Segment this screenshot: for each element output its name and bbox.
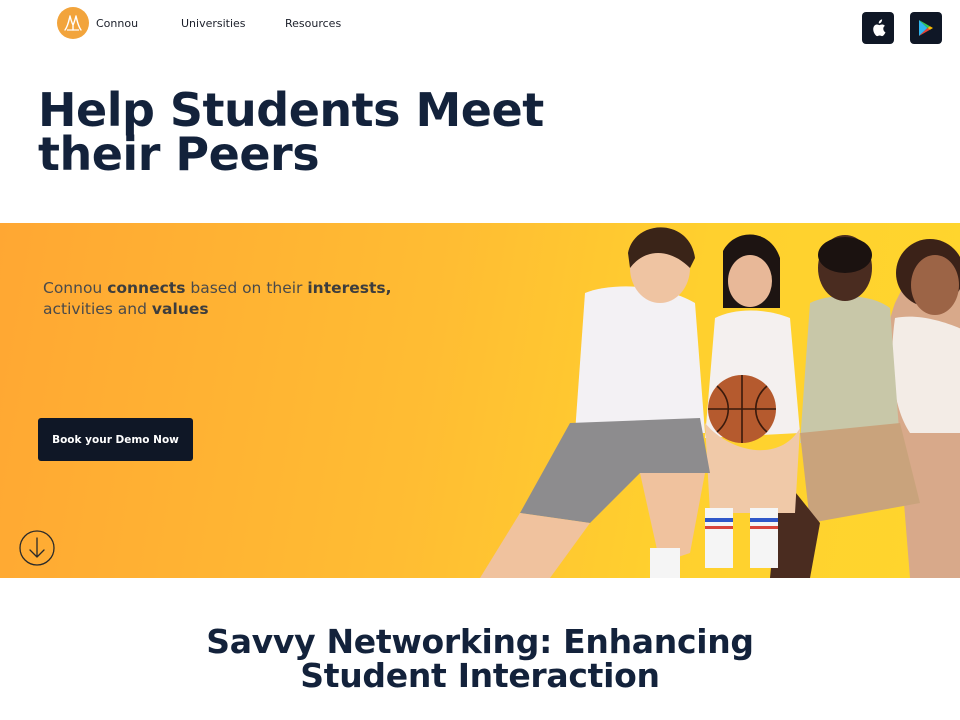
tagline-part: activities and (43, 300, 152, 318)
book-demo-button[interactable]: Book your Demo Now (38, 418, 193, 461)
nav-universities-link[interactable]: Universities (181, 17, 246, 30)
nav-resources-link[interactable]: Resources (285, 17, 341, 30)
banner-tagline: Connou connects based on their interests… (43, 278, 423, 320)
hero-banner: Connou connects based on their interests… (0, 223, 960, 578)
arrow-down-circle-icon[interactable] (19, 530, 55, 566)
tagline-part: Connou (43, 279, 108, 297)
tagline-part-bold: interests, (307, 279, 392, 297)
app-store-button[interactable] (862, 12, 894, 44)
google-play-icon (919, 20, 933, 36)
section-title: Savvy Networking: Enhancing Student Inte… (206, 622, 754, 695)
hero-title: Help Students Meet their Peers (38, 83, 544, 181)
tagline-part-bold: connects (107, 279, 186, 297)
top-nav: Connou Universities Resources (0, 0, 960, 52)
connou-logo-icon[interactable] (57, 7, 89, 39)
tagline-part-bold: values (151, 300, 209, 318)
nav-brand-link[interactable]: Connou (96, 17, 138, 30)
students-photo (480, 227, 960, 578)
logo-mark-icon (64, 15, 82, 31)
google-play-button[interactable] (910, 12, 942, 44)
tagline-part: based on their (185, 279, 308, 297)
apple-icon (873, 19, 886, 37)
